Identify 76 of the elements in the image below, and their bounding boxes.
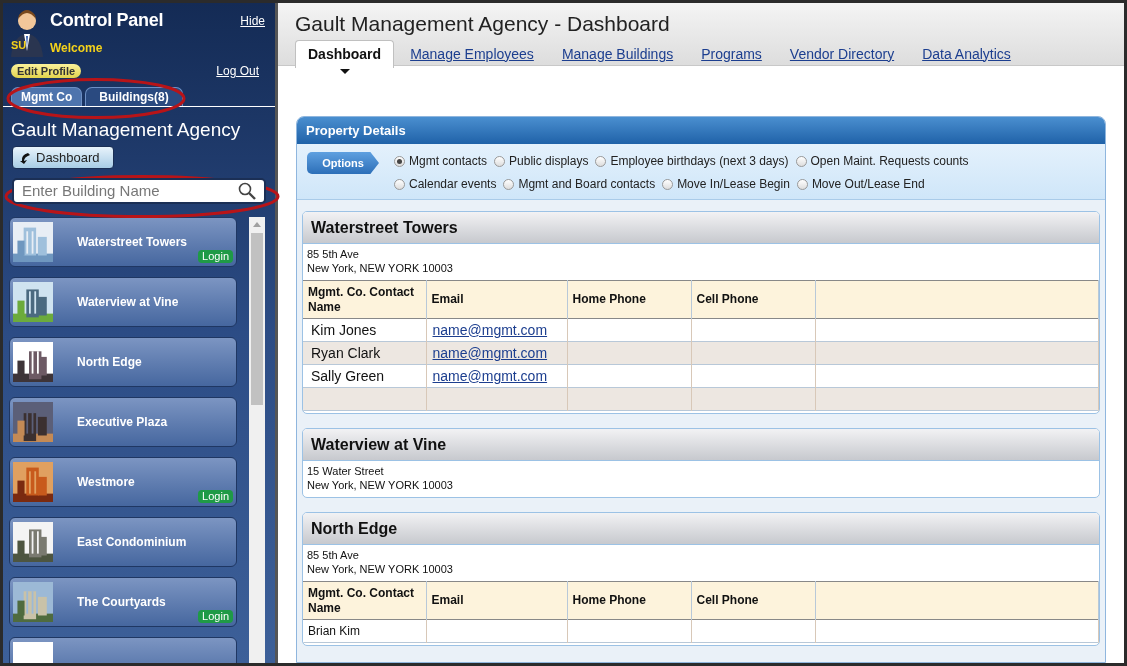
- option-radio[interactable]: Mgmt and Board contacts: [503, 175, 656, 193]
- address-line: New York, NEW YORK 10003: [307, 478, 454, 492]
- option-radio[interactable]: Move Out/Lease End: [796, 175, 925, 193]
- panel-header: Property Details: [297, 117, 1105, 144]
- search-icon: [238, 182, 256, 200]
- column-header: Cell Phone: [691, 280, 815, 319]
- page-title: Gault Management Agency - Dashboard: [295, 11, 671, 37]
- hide-link[interactable]: Hide: [240, 11, 269, 30]
- building-card[interactable]: Westmore Login: [9, 457, 237, 507]
- radio-button[interactable]: [394, 155, 405, 167]
- login-badge[interactable]: Login: [198, 610, 233, 623]
- option-radio[interactable]: Calendar events: [394, 175, 497, 193]
- radio-button[interactable]: [394, 178, 405, 190]
- option-radio[interactable]: Move In/Lease Begin: [662, 175, 790, 193]
- address-line: 85 5th Ave: [307, 247, 360, 261]
- table-cell: Brian Kim: [303, 619, 426, 643]
- column-header: Mgmt. Co. Contact Name: [303, 280, 426, 319]
- property-name: Waterview at Vine: [303, 429, 1099, 461]
- dashboard-button[interactable]: Dashboard: [12, 146, 114, 169]
- address-line: New York, NEW YORK 10003: [307, 261, 454, 275]
- email-link[interactable]: name@mgmt.com: [432, 367, 548, 384]
- radio-button[interactable]: [795, 155, 807, 167]
- column-header: Mgmt. Co. Contact Name: [303, 581, 426, 620]
- building-card[interactable]: East Condominium: [9, 517, 237, 567]
- building-card[interactable]: North Edge: [9, 337, 237, 387]
- property-name: North Edge: [303, 513, 1099, 545]
- nav-tab[interactable]: Programs: [701, 41, 762, 67]
- radio-button[interactable]: [796, 178, 808, 190]
- agency-name: Gault Management Agency: [10, 119, 242, 141]
- building-card[interactable]: The Courtyards Login: [9, 577, 237, 627]
- email-link[interactable]: name@mgmt.com: [432, 344, 548, 361]
- login-badge[interactable]: Login: [198, 490, 233, 503]
- arrow-icon: [20, 151, 32, 164]
- building-card[interactable]: Waterstreet Towers Login: [9, 217, 237, 267]
- options-label: Options: [307, 152, 379, 174]
- nav-tab[interactable]: Manage Buildings: [561, 41, 674, 67]
- column-header: Email: [426, 280, 567, 319]
- nav-tab[interactable]: Vendor Directory: [789, 41, 895, 67]
- login-badge[interactable]: Login: [198, 250, 233, 263]
- column-header: Home Phone: [567, 581, 691, 620]
- email-link[interactable]: name@mgmt.com: [432, 321, 548, 338]
- nav-tab[interactable]: Manage Employees: [410, 41, 534, 67]
- option-radio[interactable]: Public displays: [494, 152, 589, 170]
- edit-profile-button[interactable]: Edit Profile: [11, 64, 82, 78]
- address-line: 85 5th Ave: [307, 548, 360, 562]
- table-cell: Kim Jones: [303, 318, 426, 342]
- search-box[interactable]: Enter Building Name: [12, 178, 266, 204]
- nav-tab[interactable]: Data Analytics: [922, 41, 1011, 67]
- panel-title: Control Panel: [50, 9, 164, 32]
- logout-link[interactable]: Log Out: [216, 62, 267, 80]
- column-header: Cell Phone: [691, 581, 815, 620]
- scroll-thumb[interactable]: [251, 233, 263, 405]
- radio-button[interactable]: [595, 155, 607, 167]
- welcome-text: Welcome: [50, 40, 104, 57]
- caret-icon: [339, 68, 350, 74]
- address-line: New York, NEW YORK 10003: [307, 562, 454, 576]
- avatar-label: SU: [11, 37, 27, 53]
- property-name: Waterstreet Towers: [303, 212, 1099, 244]
- table-cell: Ryan Clark: [303, 341, 426, 365]
- building-card[interactable]: Waterview at Vine: [9, 277, 237, 327]
- radio-button[interactable]: [503, 178, 515, 190]
- building-card[interactable]: Executive Plaza: [9, 397, 237, 447]
- option-radio[interactable]: Mgmt contacts: [394, 152, 488, 170]
- option-radio[interactable]: Employee birthdays (next 3 days): [595, 152, 789, 170]
- scroll-up-icon: [253, 222, 261, 227]
- avatar-icon: [9, 7, 45, 57]
- column-header: Email: [426, 581, 567, 620]
- option-radio[interactable]: Open Maint. Requests counts: [795, 152, 969, 170]
- table-cell: Sally Green: [303, 364, 426, 388]
- sidebar-tab[interactable]: Mgmt Co: [11, 87, 83, 106]
- column-header: Home Phone: [567, 280, 691, 319]
- sidebar-tab[interactable]: Buildings(8): [85, 87, 183, 106]
- scrollbar[interactable]: [249, 217, 265, 663]
- radio-button[interactable]: [494, 155, 506, 167]
- radio-button[interactable]: [662, 178, 674, 190]
- address-line: 15 Water Street: [307, 464, 385, 478]
